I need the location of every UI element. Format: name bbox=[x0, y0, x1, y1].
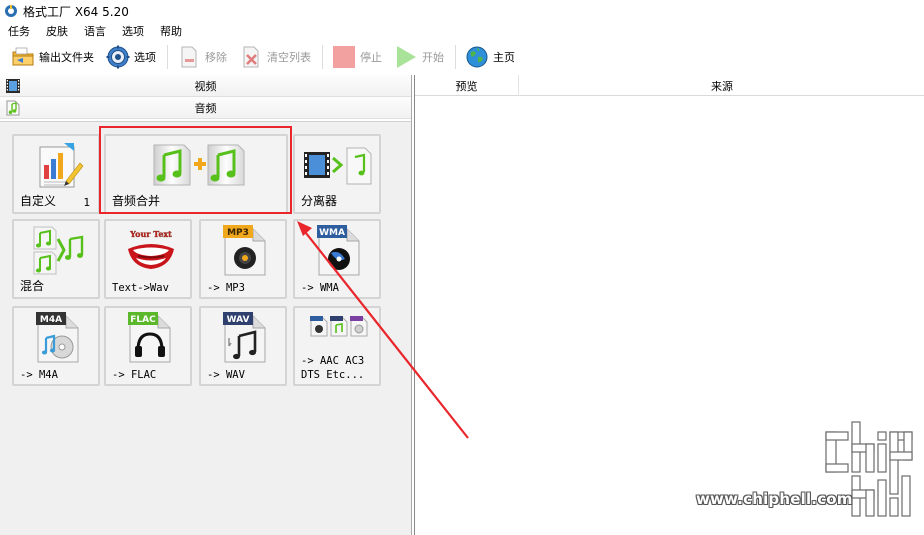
annotation-arrow bbox=[297, 221, 469, 439]
format-factory-window: 格式工厂 X64 5.20 任务 皮肤 语言 选项 帮助 输出文件夹 选项 移除… bbox=[0, 0, 924, 535]
